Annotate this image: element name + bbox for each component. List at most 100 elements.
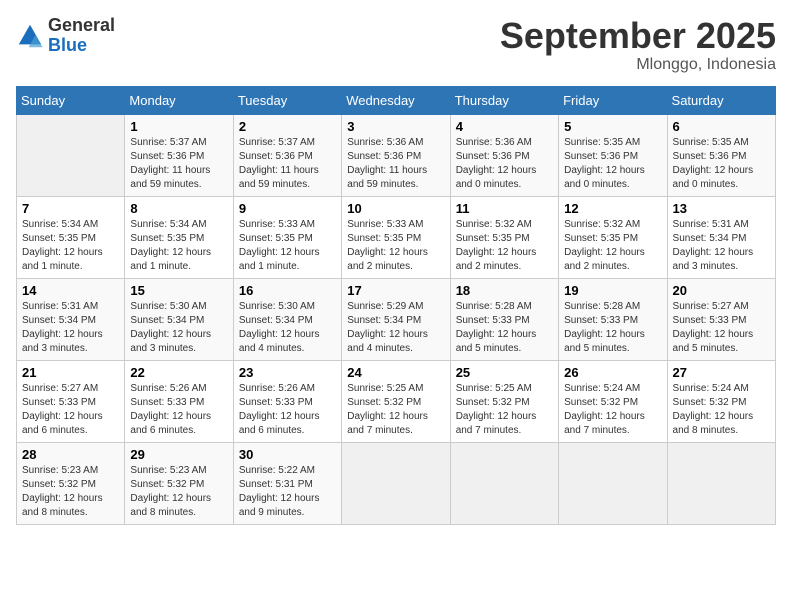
day-number: 16 (239, 283, 336, 298)
day-number: 23 (239, 365, 336, 380)
calendar-cell: 2 Sunrise: 5:37 AM Sunset: 5:36 PM Daylig… (233, 114, 341, 196)
title-block: September 2025 Mlonggo, Indonesia (500, 16, 776, 74)
logo-text: General Blue (48, 16, 115, 56)
weekday-header: Wednesday (342, 86, 450, 114)
day-info: Sunrise: 5:31 AM Sunset: 5:34 PM Dayligh… (22, 300, 119, 356)
weekday-header: Saturday (667, 86, 775, 114)
day-info: Sunrise: 5:23 AM Sunset: 5:32 PM Dayligh… (130, 464, 227, 520)
calendar-cell: 10 Sunrise: 5:33 AM Sunset: 5:35 PM Dayli… (342, 196, 450, 278)
calendar-cell: 25Sunrise: 5:25 AM Sunset: 5:32 PM Dayli… (450, 360, 558, 442)
weekday-header: Tuesday (233, 86, 341, 114)
day-number: 15 (130, 283, 227, 298)
day-info: Sunrise: 5:36 AM Sunset: 5:36 PM Dayligh… (347, 136, 444, 192)
calendar-cell: 18Sunrise: 5:28 AM Sunset: 5:33 PM Dayli… (450, 278, 558, 360)
day-info: Sunrise: 5:24 AM Sunset: 5:32 PM Dayligh… (673, 382, 770, 438)
calendar-cell: 30 Sunrise: 5:22 AM Sunset: 5:31 PM Dayli… (233, 442, 341, 524)
calendar-week-row: 14 Sunrise: 5:31 AM Sunset: 5:34 PM Dayli… (17, 278, 776, 360)
calendar-cell: 16 Sunrise: 5:30 AM Sunset: 5:34 PM Dayli… (233, 278, 341, 360)
calendar-week-row: 28 Sunrise: 5:23 AM Sunset: 5:32 PM Dayli… (17, 442, 776, 524)
day-number: 12 (564, 201, 661, 216)
day-info: Sunrise: 5:33 AM Sunset: 5:35 PM Dayligh… (239, 218, 336, 274)
day-number: 24 (347, 365, 444, 380)
day-info: Sunrise: 5:34 AM Sunset: 5:35 PM Dayligh… (130, 218, 227, 274)
day-number: 17 (347, 283, 444, 298)
day-number: 19 (564, 283, 661, 298)
day-number: 1 (130, 119, 227, 134)
page-header: General Blue September 2025 Mlonggo, Ind… (16, 16, 776, 74)
logo: General Blue (16, 16, 115, 56)
weekday-header: Friday (559, 86, 667, 114)
day-info: Sunrise: 5:24 AM Sunset: 5:32 PM Dayligh… (564, 382, 661, 438)
day-info: Sunrise: 5:22 AM Sunset: 5:31 PM Dayligh… (239, 464, 336, 520)
calendar-week-row: 21 Sunrise: 5:27 AM Sunset: 5:33 PM Dayli… (17, 360, 776, 442)
logo-blue: Blue (48, 35, 87, 55)
day-info: Sunrise: 5:37 AM Sunset: 5:36 PM Dayligh… (130, 136, 227, 192)
day-info: Sunrise: 5:30 AM Sunset: 5:34 PM Dayligh… (239, 300, 336, 356)
day-number: 9 (239, 201, 336, 216)
day-info: Sunrise: 5:23 AM Sunset: 5:32 PM Dayligh… (22, 464, 119, 520)
day-number: 13 (673, 201, 770, 216)
calendar-cell (667, 442, 775, 524)
calendar-cell: 6Sunrise: 5:35 AM Sunset: 5:36 PM Daylig… (667, 114, 775, 196)
calendar-week-row: 7Sunrise: 5:34 AM Sunset: 5:35 PM Daylig… (17, 196, 776, 278)
calendar-cell: 11 Sunrise: 5:32 AM Sunset: 5:35 PM Dayli… (450, 196, 558, 278)
day-info: Sunrise: 5:25 AM Sunset: 5:32 PM Dayligh… (347, 382, 444, 438)
day-number: 11 (456, 201, 553, 216)
calendar-cell: 5 Sunrise: 5:35 AM Sunset: 5:36 PM Daylig… (559, 114, 667, 196)
day-info: Sunrise: 5:32 AM Sunset: 5:35 PM Dayligh… (564, 218, 661, 274)
day-info: Sunrise: 5:27 AM Sunset: 5:33 PM Dayligh… (673, 300, 770, 356)
day-number: 2 (239, 119, 336, 134)
weekday-header: Thursday (450, 86, 558, 114)
day-number: 10 (347, 201, 444, 216)
day-number: 3 (347, 119, 444, 134)
calendar-table: SundayMondayTuesdayWednesdayThursdayFrid… (16, 86, 776, 525)
day-info: Sunrise: 5:30 AM Sunset: 5:34 PM Dayligh… (130, 300, 227, 356)
day-number: 28 (22, 447, 119, 462)
calendar-cell: 28 Sunrise: 5:23 AM Sunset: 5:32 PM Dayli… (17, 442, 125, 524)
day-number: 4 (456, 119, 553, 134)
calendar-cell (450, 442, 558, 524)
day-info: Sunrise: 5:35 AM Sunset: 5:36 PM Dayligh… (564, 136, 661, 192)
calendar-cell: 8Sunrise: 5:34 AM Sunset: 5:35 PM Daylig… (125, 196, 233, 278)
day-number: 26 (564, 365, 661, 380)
calendar-cell: 27 Sunrise: 5:24 AM Sunset: 5:32 PM Dayli… (667, 360, 775, 442)
location: Mlonggo, Indonesia (500, 56, 776, 74)
weekday-header: Sunday (17, 86, 125, 114)
day-info: Sunrise: 5:34 AM Sunset: 5:35 PM Dayligh… (22, 218, 119, 274)
day-number: 14 (22, 283, 119, 298)
calendar-cell: 3 Sunrise: 5:36 AM Sunset: 5:36 PM Daylig… (342, 114, 450, 196)
day-info: Sunrise: 5:25 AM Sunset: 5:32 PM Dayligh… (456, 382, 553, 438)
calendar-cell: 7Sunrise: 5:34 AM Sunset: 5:35 PM Daylig… (17, 196, 125, 278)
day-info: Sunrise: 5:31 AM Sunset: 5:34 PM Dayligh… (673, 218, 770, 274)
calendar-cell: 19 Sunrise: 5:28 AM Sunset: 5:33 PM Dayli… (559, 278, 667, 360)
day-number: 27 (673, 365, 770, 380)
day-info: Sunrise: 5:27 AM Sunset: 5:33 PM Dayligh… (22, 382, 119, 438)
day-number: 18 (456, 283, 553, 298)
day-info: Sunrise: 5:32 AM Sunset: 5:35 PM Dayligh… (456, 218, 553, 274)
calendar-cell (559, 442, 667, 524)
calendar-cell: 14 Sunrise: 5:31 AM Sunset: 5:34 PM Dayli… (17, 278, 125, 360)
calendar-cell: 17 Sunrise: 5:29 AM Sunset: 5:34 PM Dayli… (342, 278, 450, 360)
day-number: 30 (239, 447, 336, 462)
month-title: September 2025 (500, 16, 776, 56)
day-info: Sunrise: 5:29 AM Sunset: 5:34 PM Dayligh… (347, 300, 444, 356)
calendar-cell: 12 Sunrise: 5:32 AM Sunset: 5:35 PM Dayli… (559, 196, 667, 278)
day-number: 5 (564, 119, 661, 134)
day-info: Sunrise: 5:33 AM Sunset: 5:35 PM Dayligh… (347, 218, 444, 274)
calendar-cell: 23 Sunrise: 5:26 AM Sunset: 5:33 PM Dayli… (233, 360, 341, 442)
calendar-cell: 24 Sunrise: 5:25 AM Sunset: 5:32 PM Dayli… (342, 360, 450, 442)
day-info: Sunrise: 5:28 AM Sunset: 5:33 PM Dayligh… (564, 300, 661, 356)
day-number: 29 (130, 447, 227, 462)
calendar-cell (342, 442, 450, 524)
day-info: Sunrise: 5:26 AM Sunset: 5:33 PM Dayligh… (239, 382, 336, 438)
calendar-cell: 15 Sunrise: 5:30 AM Sunset: 5:34 PM Dayli… (125, 278, 233, 360)
logo-general: General (48, 15, 115, 35)
calendar-cell: 26 Sunrise: 5:24 AM Sunset: 5:32 PM Dayli… (559, 360, 667, 442)
calendar-cell: 21 Sunrise: 5:27 AM Sunset: 5:33 PM Dayli… (17, 360, 125, 442)
day-info: Sunrise: 5:37 AM Sunset: 5:36 PM Dayligh… (239, 136, 336, 192)
calendar-cell (17, 114, 125, 196)
calendar-cell: 1 Sunrise: 5:37 AM Sunset: 5:36 PM Daylig… (125, 114, 233, 196)
day-number: 22 (130, 365, 227, 380)
calendar-cell: 29 Sunrise: 5:23 AM Sunset: 5:32 PM Dayli… (125, 442, 233, 524)
day-number: 21 (22, 365, 119, 380)
